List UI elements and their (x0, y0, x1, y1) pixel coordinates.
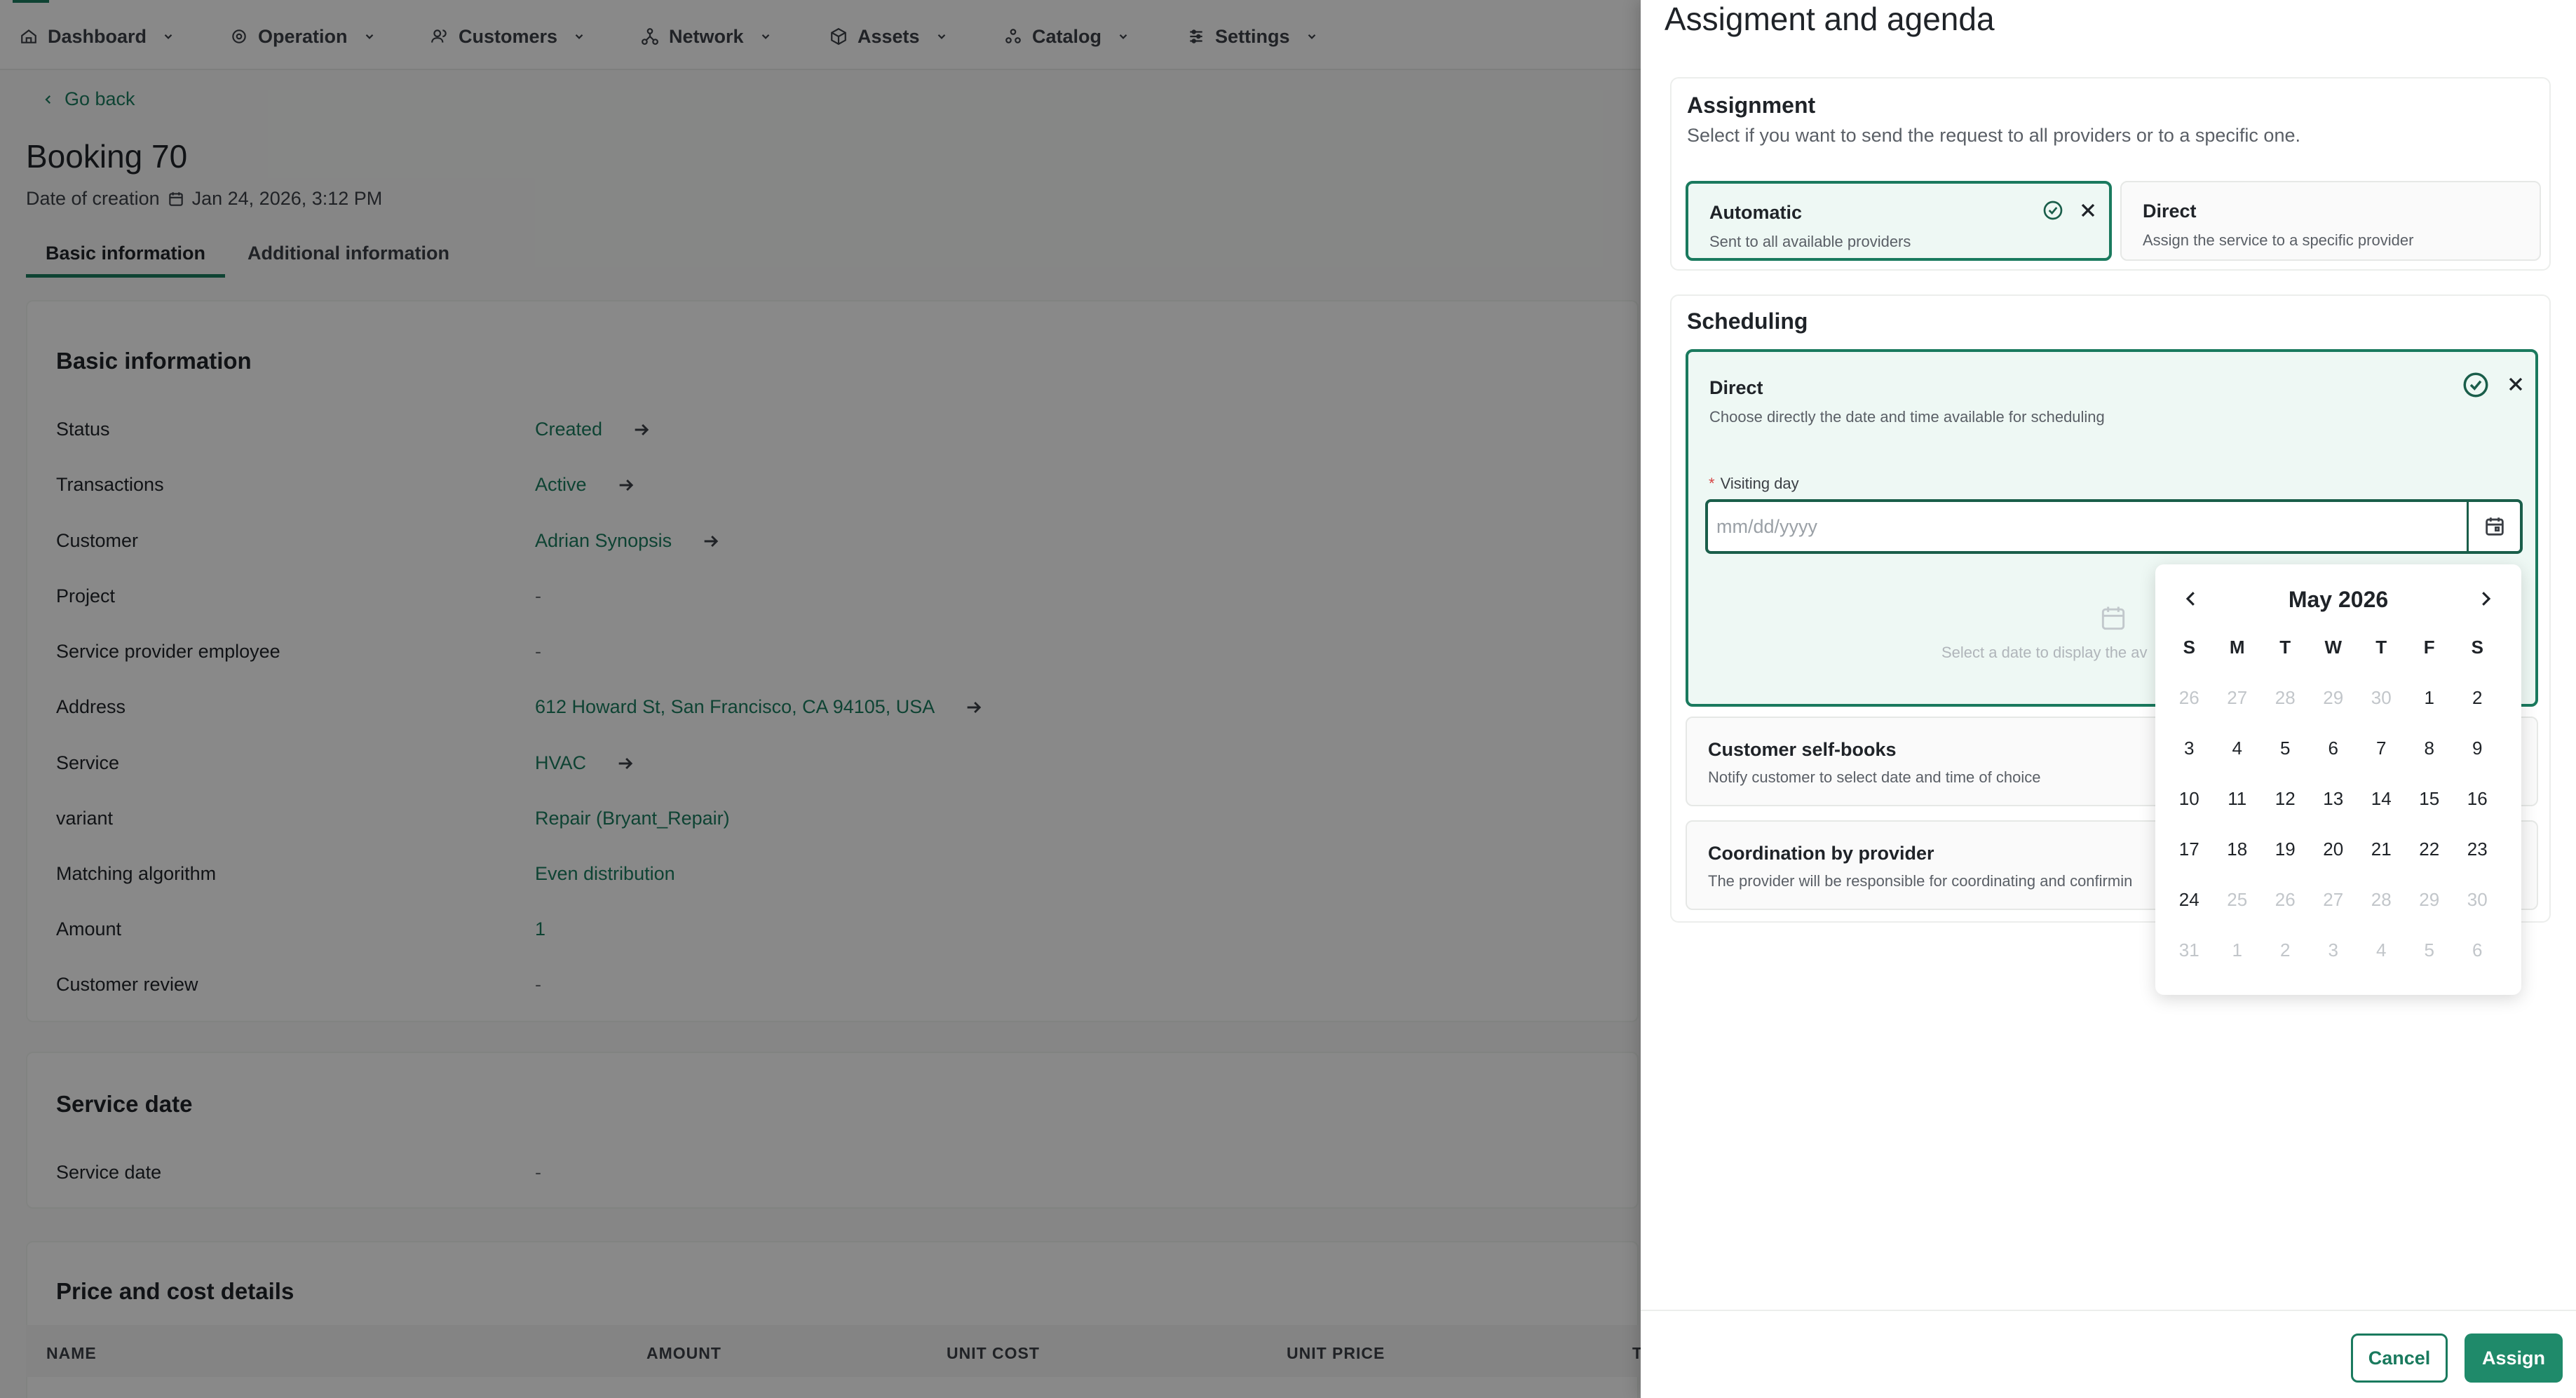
option-title: Direct (2143, 201, 2197, 222)
weekday-header: M (2229, 637, 2245, 658)
calendar-day-outside-month[interactable]: 29 (2406, 878, 2454, 929)
calendar-day[interactable]: 3 (2165, 727, 2214, 778)
calendar-day[interactable]: 23 (2453, 828, 2502, 878)
calendar-day-outside-month[interactable]: 26 (2261, 878, 2310, 929)
calendar-day-outside-month[interactable]: 29 (2310, 677, 2358, 727)
date-picker-popup: May 2026 SMTWTFS 26 27 28 29 30 1 2 3 4 5 6 7 8 9 10 11… (2155, 564, 2521, 995)
calendar-day[interactable]: 24 (2165, 878, 2214, 929)
calendar-day[interactable]: 12 (2261, 778, 2310, 828)
assignment-option-automatic[interactable]: Automatic Sent to all available provider… (1686, 181, 2112, 261)
drawer-title: Assigment and agenda (1665, 1, 1995, 37)
next-month-button[interactable] (2475, 588, 2496, 609)
calendar-day[interactable]: 22 (2406, 828, 2454, 878)
calendar-day-outside-month[interactable]: 28 (2261, 677, 2310, 727)
weekday-header: F (2423, 637, 2435, 658)
assignment-option-direct[interactable]: Direct Assign the service to a specific … (2120, 181, 2541, 261)
empty-state-text: Select a date to display the av (1941, 644, 2148, 661)
assign-button[interactable]: Assign (2465, 1333, 2563, 1383)
option-subtitle: Notify customer to select date and time … (1708, 768, 2041, 786)
weekday-header: S (2183, 637, 2195, 658)
calendar-week-row: 10 11 12 13 14 15 16 (2165, 778, 2502, 828)
calendar-day[interactable]: 17 (2165, 828, 2214, 878)
visiting-day-label: * Visiting day (1709, 475, 1799, 493)
calendar-month-label: May 2026 (2288, 587, 2389, 612)
calendar-day[interactable]: 18 (2214, 828, 2262, 878)
assignment-section: Assignment Select if you want to send th… (1670, 77, 2551, 271)
calendar-day[interactable]: 14 (2357, 778, 2406, 828)
calendar-day[interactable]: 16 (2453, 778, 2502, 828)
visiting-day-input[interactable] (1716, 508, 2460, 545)
option-subtitle: Choose directly the date and time availa… (1709, 408, 2105, 426)
calendar-day-outside-month[interactable]: 4 (2357, 929, 2406, 979)
calendar-week-row: 31 1 2 3 4 5 6 (2165, 929, 2502, 979)
calendar-day-outside-month[interactable]: 28 (2357, 878, 2406, 929)
visiting-day-label-text: Visiting day (1720, 475, 1799, 492)
option-subtitle: The provider will be responsible for coo… (1708, 872, 2133, 890)
calendar-day-outside-month[interactable]: 30 (2453, 878, 2502, 929)
calendar-day-outside-month[interactable]: 2 (2261, 929, 2310, 979)
calendar-day[interactable]: 2 (2453, 677, 2502, 727)
calendar-toggle-button[interactable] (2467, 502, 2520, 551)
modal-overlay[interactable] (0, 0, 1641, 1398)
calendar-week-row: 26 27 28 29 30 1 2 (2165, 677, 2502, 727)
required-asterisk: * (1709, 475, 1715, 492)
calendar-day-outside-month[interactable]: 30 (2357, 677, 2406, 727)
weekday-header-row: SMTWTFS (2165, 634, 2502, 677)
option-title: Customer self-books (1708, 739, 1897, 760)
calendar-day-outside-month[interactable]: 6 (2453, 929, 2502, 979)
calendar-day[interactable]: 7 (2357, 727, 2406, 778)
option-title: Automatic (1709, 202, 1803, 223)
calendar-day-outside-month[interactable]: 25 (2214, 878, 2262, 929)
calendar-day[interactable]: 5 (2261, 727, 2310, 778)
option-title: Coordination by provider (1708, 843, 1934, 864)
calendar-day[interactable]: 20 (2310, 828, 2358, 878)
calendar-day-outside-month[interactable]: 27 (2214, 677, 2262, 727)
calendar-week-row: 17 18 19 20 21 22 23 (2165, 828, 2502, 878)
calendar-day-outside-month[interactable]: 3 (2310, 929, 2358, 979)
weekday-header: T (2375, 637, 2387, 658)
calendar-day-outside-month[interactable]: 31 (2165, 929, 2214, 979)
weekday-header: S (2471, 637, 2483, 658)
calendar-week-row: 24 25 26 27 28 29 30 (2165, 878, 2502, 929)
check-circle-icon (2463, 372, 2488, 398)
calendar-day-outside-month[interactable]: 27 (2310, 878, 2358, 929)
scheduling-title: Scheduling (1687, 308, 1808, 334)
calendar-day[interactable]: 6 (2310, 727, 2358, 778)
calendar-day-outside-month[interactable]: 5 (2406, 929, 2454, 979)
calendar-day-outside-month[interactable]: 26 (2165, 677, 2214, 727)
cancel-button[interactable]: Cancel (2351, 1333, 2448, 1383)
chevron-right-icon (2482, 592, 2491, 606)
calendar-day[interactable]: 8 (2406, 727, 2454, 778)
calendar-day[interactable]: 1 (2406, 677, 2454, 727)
calendar-day[interactable]: 21 (2357, 828, 2406, 878)
calendar-day[interactable]: 10 (2165, 778, 2214, 828)
calendar-week-row: 3456789 (2165, 727, 2502, 778)
check-circle-icon (2043, 201, 2063, 220)
calendar-day[interactable]: 15 (2406, 778, 2454, 828)
calendar-day[interactable]: 11 (2214, 778, 2262, 828)
weekday-header: T (2279, 637, 2291, 658)
calendar-day[interactable]: 4 (2214, 727, 2262, 778)
assignment-title: Assignment (1687, 93, 1816, 118)
option-subtitle: Sent to all available providers (1709, 233, 1911, 250)
close-icon[interactable] (2077, 199, 2099, 222)
assignment-subtitle: Select if you want to send the request t… (1687, 125, 2300, 146)
visiting-day-field (1705, 499, 2523, 554)
calendar-empty-icon (2101, 606, 2125, 630)
calendar-day[interactable]: 9 (2453, 727, 2502, 778)
calendar-day[interactable]: 13 (2310, 778, 2358, 828)
close-icon[interactable] (2504, 373, 2527, 395)
calendar-day-outside-month[interactable]: 1 (2214, 929, 2262, 979)
calendar-day[interactable]: 19 (2261, 828, 2310, 878)
weekday-header: W (2324, 637, 2343, 658)
option-title: Direct (1709, 377, 1763, 398)
calendar-grid: SMTWTFS 26 27 28 29 30 1 2 3 4 5 6 7 8 9 10 11 12 13 14 15 1… (2165, 634, 2502, 979)
calendar-icon (2485, 517, 2504, 536)
option-subtitle: Assign the service to a specific provide… (2143, 231, 2414, 249)
